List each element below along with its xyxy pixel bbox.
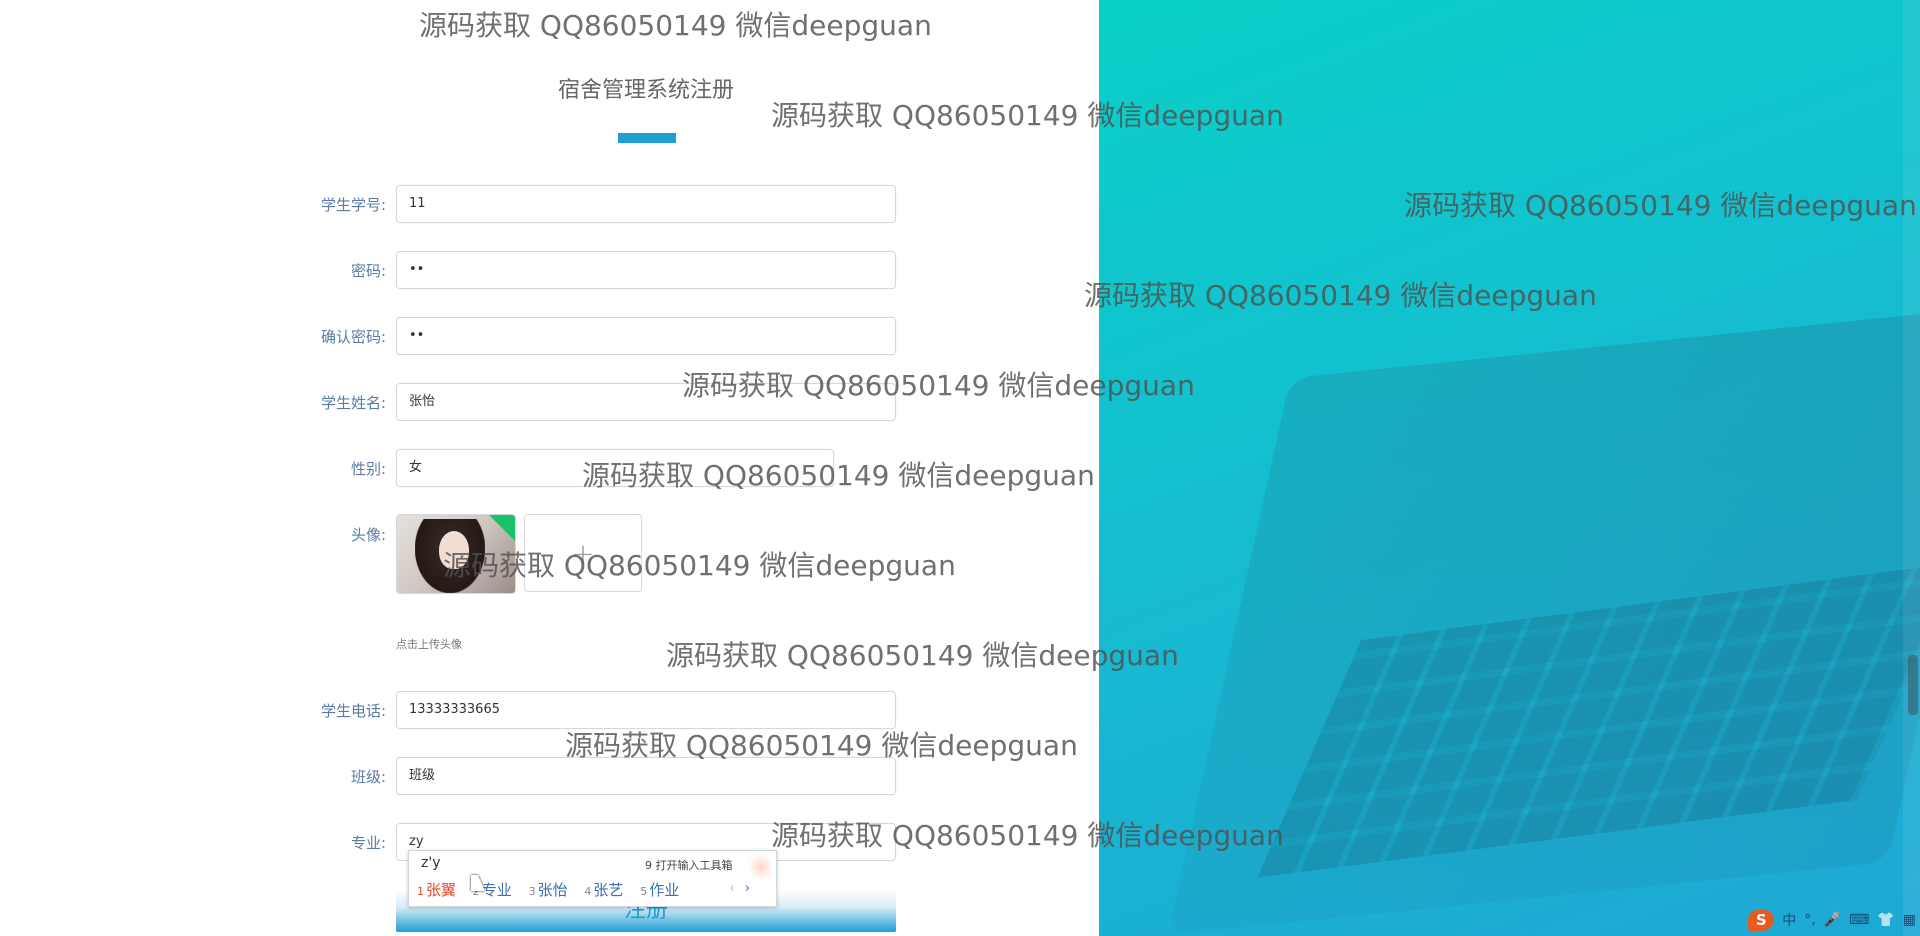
ime-candidates: 1 张翼 2 专业 3 张怡 4 张艺 5 作业 bbox=[417, 879, 691, 900]
phone-label: 学生电话: bbox=[320, 702, 386, 720]
page-title: 宿舍管理系统注册 bbox=[557, 78, 734, 103]
lang-toggle[interactable]: 中 bbox=[1782, 910, 1796, 930]
ime-candidate[interactable]: 5 作业 bbox=[640, 881, 679, 899]
avatar-preview[interactable] bbox=[396, 514, 516, 594]
form-row-gender: 性别: 女 bbox=[0, 449, 1000, 489]
ime-tray: S 中 °, 🎤 ⌨ 👕 ▦ bbox=[1736, 906, 1916, 934]
background-image-panel bbox=[1099, 0, 1920, 936]
scrollbar-thumb[interactable] bbox=[1908, 655, 1918, 715]
keyboard-icon[interactable]: ⌨ bbox=[1849, 912, 1869, 928]
confirm-password-input[interactable]: •• bbox=[396, 317, 896, 355]
form-row-confirm-password: 确认密码: •• bbox=[0, 317, 1000, 357]
ime-candidate-window: z'y 9 打开输入工具箱 1 张翼 2 专业 3 张怡 4 张艺 5 作业 ‹ › bbox=[408, 850, 777, 907]
form-row-class: 班级: 班级 bbox=[0, 757, 1000, 797]
ime-candidate[interactable]: 1 张翼 bbox=[417, 881, 456, 899]
sogou-ime-logo-icon[interactable]: S bbox=[1748, 909, 1775, 931]
form-row-password: 密码: •• bbox=[0, 251, 1000, 291]
ime-page-nav: ‹ › bbox=[729, 881, 750, 896]
student-id-input[interactable]: 11 bbox=[396, 185, 896, 223]
upload-success-icon bbox=[489, 515, 515, 541]
ime-prev-page-icon[interactable]: ‹ bbox=[729, 881, 734, 896]
phone-input[interactable]: 13333333665 bbox=[396, 691, 896, 729]
password-input[interactable]: •• bbox=[396, 251, 896, 289]
shirt-icon[interactable]: 👕 bbox=[1877, 912, 1894, 928]
title-underline bbox=[618, 133, 676, 143]
class-input[interactable]: 班级 bbox=[396, 757, 896, 795]
avatar-upload-button[interactable]: + bbox=[524, 514, 642, 592]
ime-next-page-icon[interactable]: › bbox=[745, 881, 750, 896]
microphone-icon[interactable]: 🎤 bbox=[1824, 912, 1841, 928]
ime-candidate[interactable]: 4 张艺 bbox=[584, 881, 623, 899]
ime-candidate[interactable]: 3 张怡 bbox=[529, 881, 568, 899]
major-label: 专业: bbox=[350, 834, 386, 852]
ime-composition: z'y bbox=[421, 855, 441, 871]
mouse-cursor-icon bbox=[471, 875, 485, 891]
vertical-scrollbar[interactable] bbox=[1903, 0, 1920, 936]
password-label: 密码: bbox=[350, 262, 386, 280]
ime-decoration bbox=[748, 854, 774, 880]
grid-icon[interactable]: ▦ bbox=[1903, 912, 1916, 928]
confirm-password-label: 确认密码: bbox=[320, 328, 386, 346]
punctuation-toggle[interactable]: °, bbox=[1804, 912, 1815, 928]
watermark: 源码获取 QQ86050149 微信deepguan bbox=[419, 9, 932, 42]
gender-label: 性别: bbox=[350, 460, 386, 478]
student-name-label: 学生姓名: bbox=[320, 394, 386, 412]
ime-toolbox-hint[interactable]: 9 打开输入工具箱 bbox=[645, 857, 733, 873]
plus-icon: + bbox=[571, 536, 595, 570]
student-id-label: 学生学号: bbox=[320, 196, 386, 214]
gender-select[interactable]: 女 bbox=[396, 449, 834, 487]
upload-hint: 点击上传头像 bbox=[396, 638, 462, 651]
class-label: 班级: bbox=[350, 768, 386, 786]
form-row-student-id: 学生学号: 11 bbox=[0, 185, 1000, 225]
student-name-input[interactable]: 张怡 bbox=[396, 383, 896, 421]
avatar-label: 头像: bbox=[350, 526, 386, 544]
form-row-student-name: 学生姓名: 张怡 bbox=[0, 383, 1000, 423]
form-row-phone: 学生电话: 13333333665 bbox=[0, 691, 1000, 731]
